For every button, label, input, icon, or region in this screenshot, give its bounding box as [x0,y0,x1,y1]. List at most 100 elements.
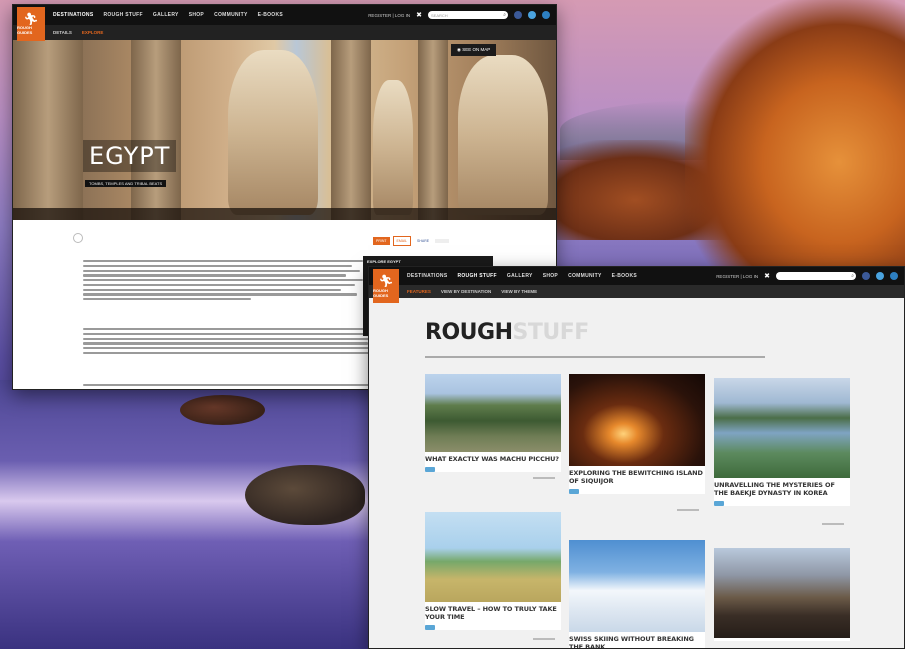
article-card[interactable]: SLOW TRAVEL – HOW TO TRULY TAKE YOUR TIM… [425,512,561,640]
email-button[interactable]: EMAIL [392,236,412,246]
category-tag[interactable] [425,625,435,630]
article-image[interactable] [714,378,850,478]
rough-stuff-page-window: 🏃︎ ROUGH GUIDES DESTINATIONS ROUGH STUFF… [368,266,905,649]
nav-menu: DESTINATIONS ROUGH STUFF GALLERY SHOP CO… [407,273,637,279]
site-logo[interactable]: 🏃︎ ROUGH GUIDES [17,7,45,41]
nav-item-shop[interactable]: SHOP [189,12,204,18]
article-card[interactable]: WHAT EXACTLY WAS MACHU PICCHU? [425,374,561,479]
search-placeholder: SEARCH [431,12,448,18]
nav-item-community[interactable]: COMMUNITY [568,273,602,279]
logo-text: ROUGH GUIDES [17,25,33,35]
category-tag[interactable] [714,501,724,506]
article-title[interactable]: SWISS SKIING WITHOUT BREAKING THE BANK [569,632,705,648]
article-image[interactable] [569,540,705,632]
nav-item-ebooks[interactable]: E-BOOKS [612,273,637,279]
rss-icon[interactable] [542,11,550,19]
search-icon[interactable]: ⌕ [851,273,854,279]
article-image[interactable] [569,374,705,466]
intro-text [425,356,765,358]
register-login-link[interactable]: REGISTER | LOG IN [716,274,758,279]
article-title[interactable]: UNRAVELLING THE MYSTERIES OF THE BAEKJE … [714,478,850,497]
article-card[interactable]: SWISS SKIING WITHOUT BREAKING THE BANK [569,540,705,648]
nav-right: REGISTER | LOG IN ✖︎ SEARCH ⌕ [368,11,556,19]
temple-pillar [418,40,448,220]
nav-item-gallery[interactable]: GALLERY [153,12,179,18]
map-pin-icon: ◉ [457,47,461,52]
runner-logo-icon: 🏃︎ [378,274,394,288]
statue [373,80,413,215]
nav-right: REGISTER | LOG IN ✖︎ ⌕ [716,272,904,280]
sub-navigation: FEATURES VIEW BY DESTINATION VIEW BY THE… [369,285,904,298]
article-card[interactable]: EXPLORING THE BEWITCHING ISLAND OF SIQUI… [569,374,705,511]
article-title[interactable]: SLOW TRAVEL – HOW TO TRULY TAKE YOUR TIM… [425,602,561,621]
temple-pillar [131,40,181,220]
facebook-icon[interactable] [862,272,870,280]
comment-icon[interactable] [73,233,83,243]
category-tag[interactable] [569,489,579,494]
subnav-explore[interactable]: EXPLORE [82,30,104,35]
article-image[interactable] [425,512,561,602]
category-tag[interactable] [425,467,435,472]
search-input[interactable]: ⌕ [776,272,856,280]
article-toolbar: PRINT EMAIL SHARE [373,236,450,246]
article-title[interactable]: WHAT EXACTLY WAS MACHU PICCHU? [425,452,561,463]
hero-image: ◉ SEE ON MAP EGYPT TOMBS, TEMPLES AND TR… [13,40,556,220]
article-card[interactable] [714,548,850,641]
facebook-icon[interactable] [514,11,522,19]
runner-small-icon: ✖︎ [764,273,770,280]
see-on-map-label: SEE ON MAP [462,47,491,52]
heading-rough: ROUGH [425,320,513,345]
logo-text: ROUGH GUIDES [373,288,389,298]
article-date [677,509,699,511]
article-date [533,638,555,640]
subnav-view-by-theme[interactable]: VIEW BY THEME [501,289,537,294]
article-date [822,523,844,525]
temple-pillar [331,40,371,220]
nav-item-destinations[interactable]: DESTINATIONS [53,12,93,18]
subnav-view-by-destination[interactable]: VIEW BY DESTINATION [441,289,491,294]
sub-navigation: DETAILS EXPLORE [13,25,556,40]
page-subtitle: TOMBS, TEMPLES AND TRIBAL BEATS [85,180,167,187]
nav-item-shop[interactable]: SHOP [543,273,558,279]
temple-pillar [13,40,83,220]
twitter-icon[interactable] [876,272,884,280]
nav-item-rough-stuff[interactable]: ROUGH STUFF [103,12,142,18]
top-navigation: 🏃︎ ROUGH GUIDES DESTINATIONS ROUGH STUFF… [369,267,904,303]
twitter-icon[interactable] [528,11,536,19]
article-image[interactable] [425,374,561,452]
runner-small-icon: ✖︎ [416,12,422,19]
rough-stuff-content: ROUGH STUFF WHAT EXACTLY WAS MACHU PICCH… [369,298,904,648]
print-button[interactable]: PRINT [373,237,390,245]
nav-item-community[interactable]: COMMUNITY [214,12,248,18]
subnav-details[interactable]: DETAILS [53,30,72,35]
nav-menu: DESTINATIONS ROUGH STUFF GALLERY SHOP CO… [53,12,283,18]
article-title[interactable]: EXPLORING THE BEWITCHING ISLAND OF SIQUI… [569,466,705,485]
background-rock-small [180,395,265,425]
subnav-features[interactable]: FEATURES [407,289,431,294]
share-button[interactable]: SHARE [414,237,432,245]
top-navigation: 🏃︎ ROUGH GUIDES DESTINATIONS ROUGH STUFF… [13,5,556,41]
nav-item-destinations[interactable]: DESTINATIONS [407,273,447,279]
see-on-map-button[interactable]: ◉ SEE ON MAP [451,44,497,56]
page-title: EGYPT [83,140,177,172]
site-logo[interactable]: 🏃︎ ROUGH GUIDES [373,269,399,303]
nav-item-ebooks[interactable]: E-BOOKS [258,12,283,18]
heading-stuff: STUFF [512,320,589,345]
article-image[interactable] [714,548,850,638]
background-rock [245,465,365,525]
article-card[interactable]: UNRAVELLING THE MYSTERIES OF THE BAEKJE … [714,378,850,525]
search-icon[interactable]: ⌕ [503,12,506,18]
article-title[interactable] [714,638,850,641]
runner-logo-icon: 🏃︎ [23,12,39,26]
statue [458,55,548,215]
rough-stuff-heading: ROUGH STUFF [425,320,589,345]
register-login-link[interactable]: REGISTER | LOG IN [368,13,410,18]
background-cliff-right [685,0,905,270]
nav-item-rough-stuff[interactable]: ROUGH STUFF [457,273,496,279]
like-count[interactable] [435,239,450,243]
statue [228,50,318,215]
article-date [533,477,555,479]
rss-icon[interactable] [890,272,898,280]
nav-item-gallery[interactable]: GALLERY [507,273,533,279]
search-input[interactable]: SEARCH ⌕ [428,11,508,19]
